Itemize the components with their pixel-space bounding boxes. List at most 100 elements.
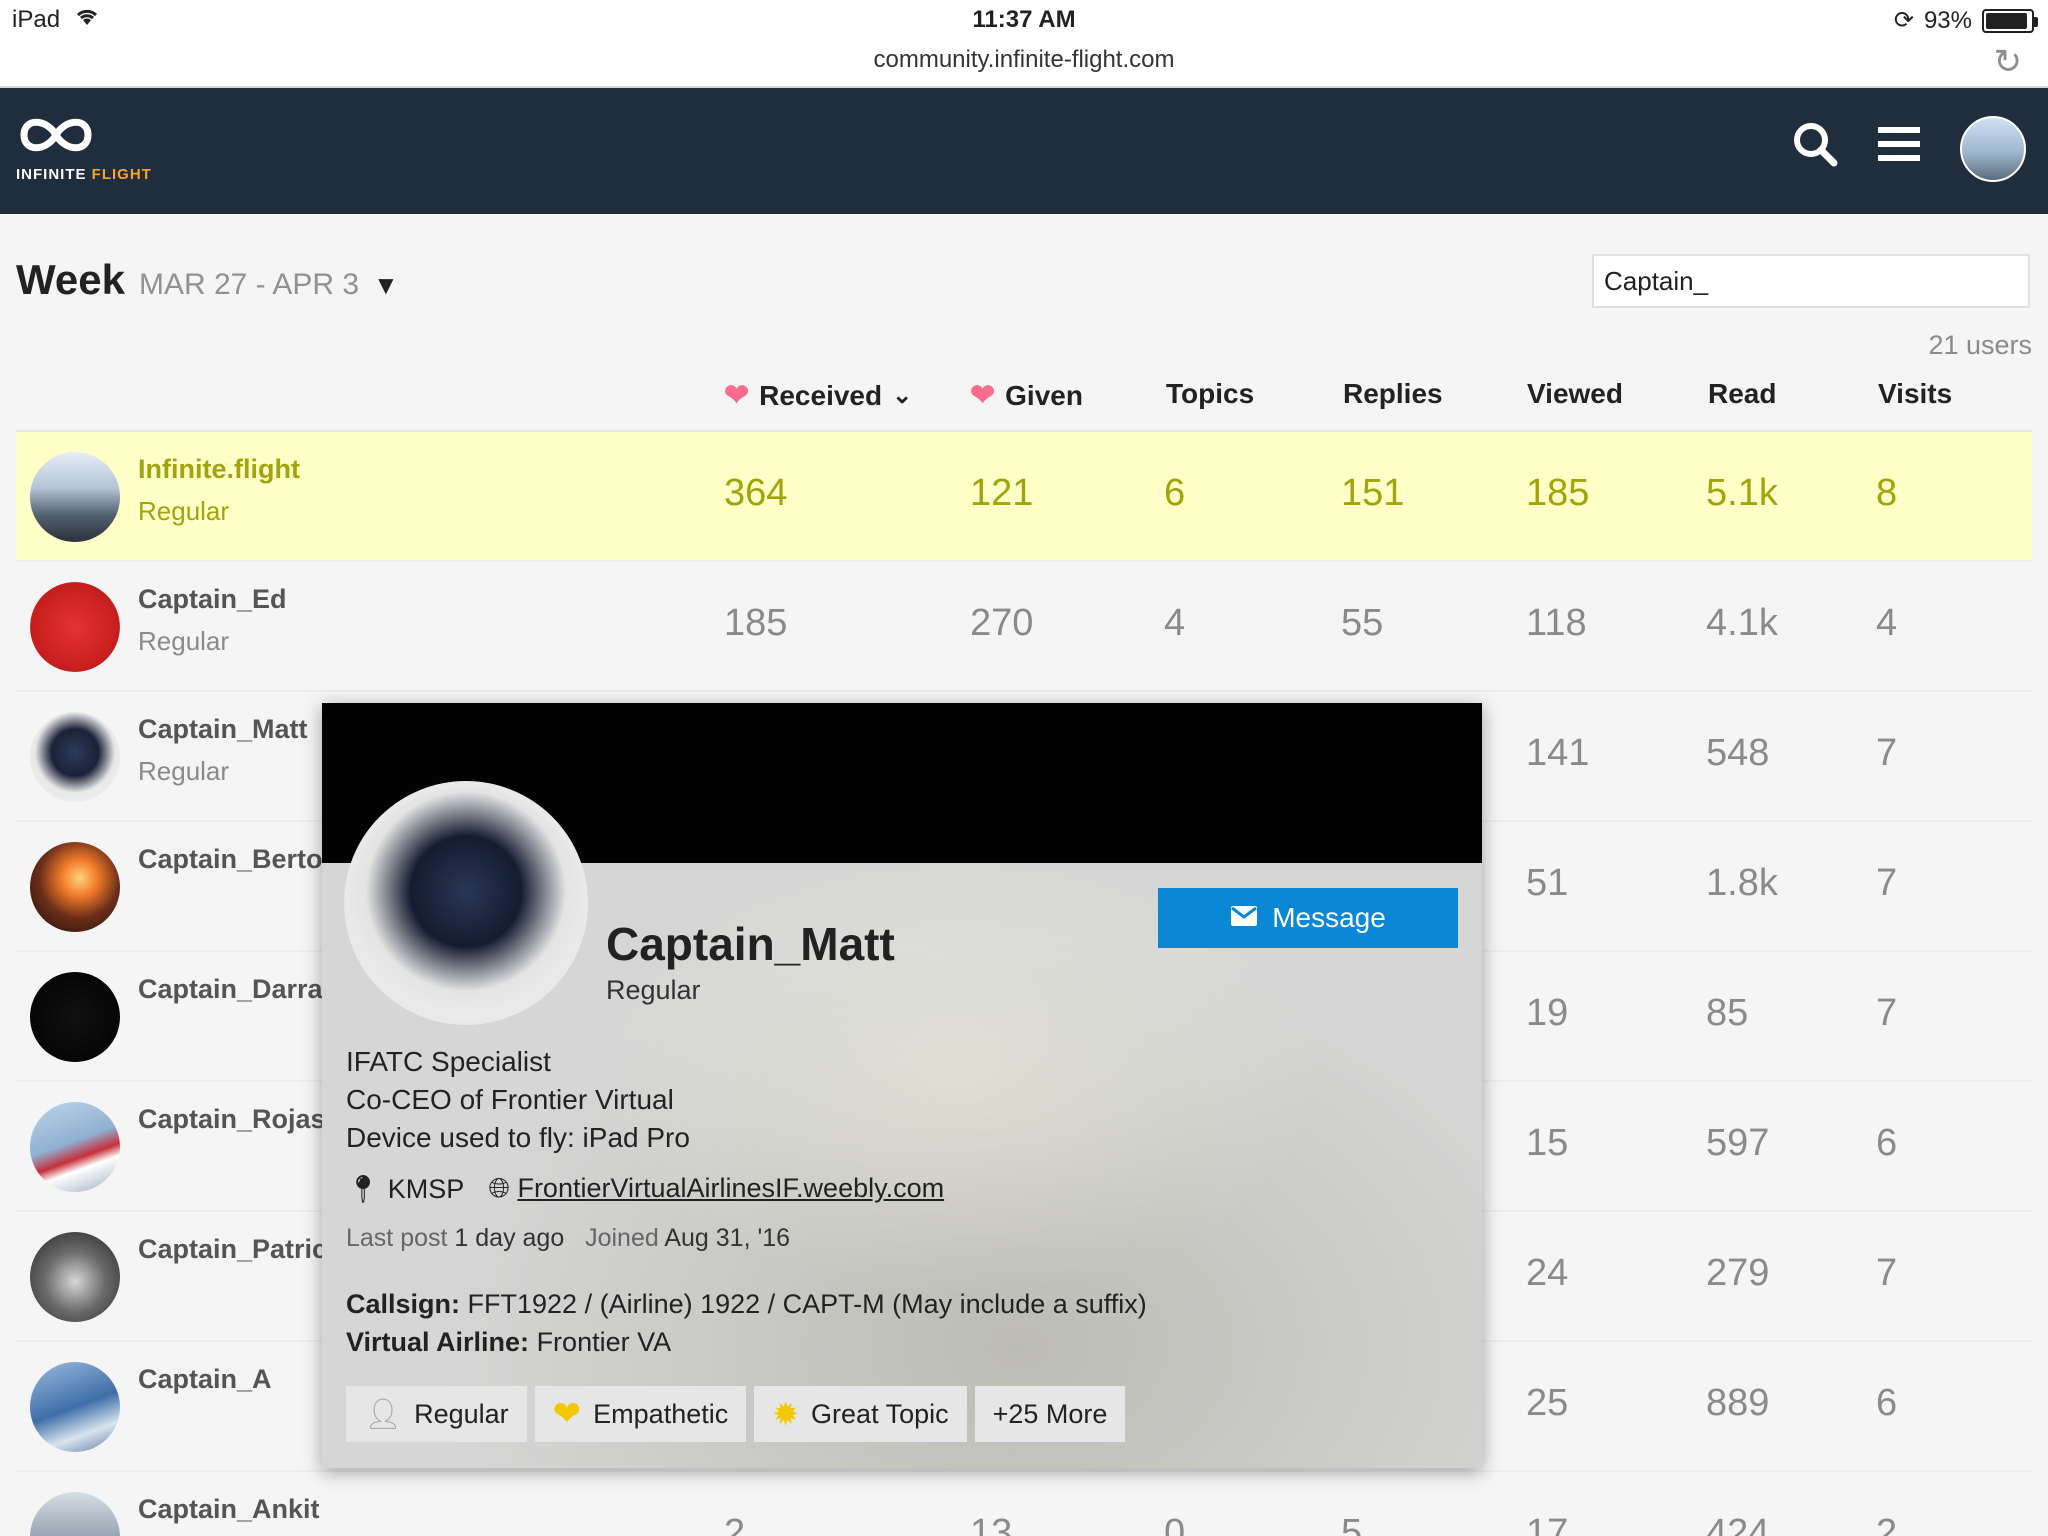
read-value: 1.8k (1706, 862, 1778, 904)
table-row[interactable]: Infinite.flight Regular 364 121 6 151 18… (16, 432, 2032, 562)
read-value: 424 (1706, 1512, 1770, 1536)
username-link[interactable]: Infinite.flight (138, 454, 300, 485)
virtual-airline-value: Frontier VA (536, 1327, 672, 1357)
viewed-value: 25 (1526, 1382, 1569, 1424)
user-avatar[interactable] (30, 1362, 120, 1452)
current-user-avatar[interactable] (1960, 116, 2026, 182)
caret-down-icon[interactable]: ▼ (373, 270, 399, 301)
column-viewed[interactable]: Viewed (1527, 378, 1623, 410)
user-avatar[interactable] (30, 842, 120, 932)
username-link[interactable]: Captain_A (138, 1364, 272, 1395)
browser-status-bar: iPad 11:37 AM ⟳ 93% community.infinite-f… (0, 0, 2048, 88)
given-value: 121 (970, 472, 1034, 514)
more-badges-button[interactable]: +25 More (974, 1386, 1126, 1442)
visits-value: 8 (1876, 472, 1898, 514)
viewed-value: 118 (1526, 602, 1587, 644)
bio-line: Co-CEO of Frontier Virtual (346, 1084, 674, 1115)
chevron-down-icon: ⌄ (892, 382, 913, 409)
user-avatar[interactable] (30, 582, 120, 672)
read-value: 889 (1706, 1382, 1770, 1424)
card-avatar[interactable] (344, 781, 588, 1025)
table-row[interactable]: Captain_Ankit 2 13 0 5 17 424 2 (16, 1472, 2032, 1536)
card-badges: 👤︎ Regular ❤ Empathetic ✹ Great Topic +25 M… (346, 1386, 1126, 1442)
given-value: 13 (970, 1512, 1013, 1536)
reload-icon[interactable]: ↻ (1994, 42, 2023, 82)
viewed-value: 19 (1526, 992, 1569, 1034)
topics-value: 4 (1164, 602, 1186, 644)
visits-value: 7 (1876, 732, 1898, 774)
received-value: 2 (724, 1512, 746, 1536)
user-avatar[interactable] (30, 972, 120, 1062)
badge-regular[interactable]: 👤︎ Regular (346, 1386, 527, 1442)
user-title: Regular (138, 496, 230, 526)
read-value: 5.1k (1706, 472, 1778, 514)
card-dates: Last post 1 day ago Joined Aug 31, '16 (346, 1224, 791, 1252)
viewed-value: 51 (1526, 862, 1569, 904)
viewed-value: 17 (1526, 1512, 1569, 1536)
bio-line: IFATC Specialist (346, 1046, 551, 1077)
directory-table-header: ❤ Received ⌄ ❤ Given Topics Replies Viewed … (16, 378, 2032, 432)
column-replies[interactable]: Replies (1343, 378, 1443, 410)
message-label: Message (1272, 902, 1386, 933)
card-username[interactable]: Captain_Matt (606, 917, 895, 971)
joined-value: Aug 31, '16 (664, 1224, 791, 1252)
period-label: Week (16, 256, 125, 303)
viewed-value: 15 (1526, 1122, 1569, 1164)
visits-value: 7 (1876, 1252, 1898, 1294)
status-right: ⟳ 93% (1893, 6, 2038, 35)
website[interactable]: 🌐︎ FrontierVirtualAirlinesIF.weebly.com (488, 1173, 944, 1205)
username-link[interactable]: Captain_Patric (138, 1234, 327, 1265)
user-avatar[interactable] (30, 1102, 120, 1192)
orientation-lock-icon: ⟳ (1893, 7, 1914, 34)
read-value: 597 (1706, 1122, 1770, 1164)
username-link[interactable]: Captain_Ankit (138, 1494, 320, 1525)
username-link[interactable]: Captain_Berto (138, 844, 323, 875)
virtual-airline-label: Virtual Airline: (346, 1327, 530, 1357)
user-avatar[interactable] (30, 1492, 120, 1536)
username-filter-input[interactable] (1592, 254, 2030, 308)
callsign-label: Callsign: (346, 1289, 461, 1319)
website-link[interactable]: FrontierVirtualAirlinesIF.weebly.com (517, 1173, 944, 1203)
column-read[interactable]: Read (1708, 378, 1776, 410)
column-received[interactable]: ❤ Received ⌄ (724, 378, 912, 413)
replies-value: 55 (1341, 602, 1384, 644)
heart-icon: ❤ (552, 1395, 582, 1433)
user-card-popup[interactable]: Captain_Matt Regular Message IFATC Speci… (322, 703, 1482, 1468)
globe-icon: 🌐︎ (488, 1173, 510, 1203)
heart-icon: ❤ (724, 379, 750, 412)
column-topics[interactable]: Topics (1166, 378, 1254, 410)
table-row[interactable]: Captain_Ed Regular 185 270 4 55 118 4.1k… (16, 562, 2032, 692)
username-link[interactable]: Captain_Ed (138, 584, 287, 615)
viewed-value: 185 (1526, 472, 1590, 514)
column-given[interactable]: ❤ Given (970, 378, 1083, 413)
visits-value: 7 (1876, 992, 1898, 1034)
user-avatar[interactable] (30, 1232, 120, 1322)
hamburger-menu-icon[interactable] (1878, 124, 1920, 174)
badge-empathetic[interactable]: ❤ Empathetic (534, 1386, 747, 1442)
search-icon[interactable] (1792, 121, 1838, 178)
address-bar[interactable]: community.infinite-flight.com (0, 46, 2048, 74)
badge-great-topic[interactable]: ✹ Great Topic (754, 1386, 967, 1442)
message-button[interactable]: Message (1158, 888, 1458, 948)
user-avatar[interactable] (30, 712, 120, 802)
period-selector[interactable]: Week MAR 27 - APR 3 ▼ (16, 256, 399, 304)
column-visits[interactable]: Visits (1878, 378, 1952, 410)
callsign-value: FFT1922 / (Airline) 1922 / CAPT-M (May i… (467, 1289, 1147, 1319)
card-custom-fields: Callsign: FFT1922 / (Airline) 1922 / CAP… (346, 1285, 1147, 1361)
read-value: 279 (1706, 1252, 1770, 1294)
bio-line: Device used to fly: iPad Pro (346, 1122, 690, 1153)
user-avatar[interactable] (30, 452, 120, 542)
infinity-logo-icon (20, 118, 92, 152)
username-link[interactable]: Captain_Rojas (138, 1104, 326, 1135)
site-logo[interactable]: INFINITE FLIGHT (16, 108, 166, 183)
username-link[interactable]: Captain_Matt (138, 714, 308, 745)
read-value: 85 (1706, 992, 1749, 1034)
visits-value: 6 (1876, 1122, 1898, 1164)
user-icon: 👤︎ (364, 1397, 403, 1431)
sun-icon: ✹ (772, 1396, 800, 1432)
viewed-value: 141 (1526, 732, 1590, 774)
location: 📍︎ KMSP (346, 1174, 465, 1204)
username-link[interactable]: Captain_Darrag (138, 974, 339, 1005)
user-count: 21 users (1928, 330, 2032, 360)
received-value: 185 (724, 602, 788, 644)
